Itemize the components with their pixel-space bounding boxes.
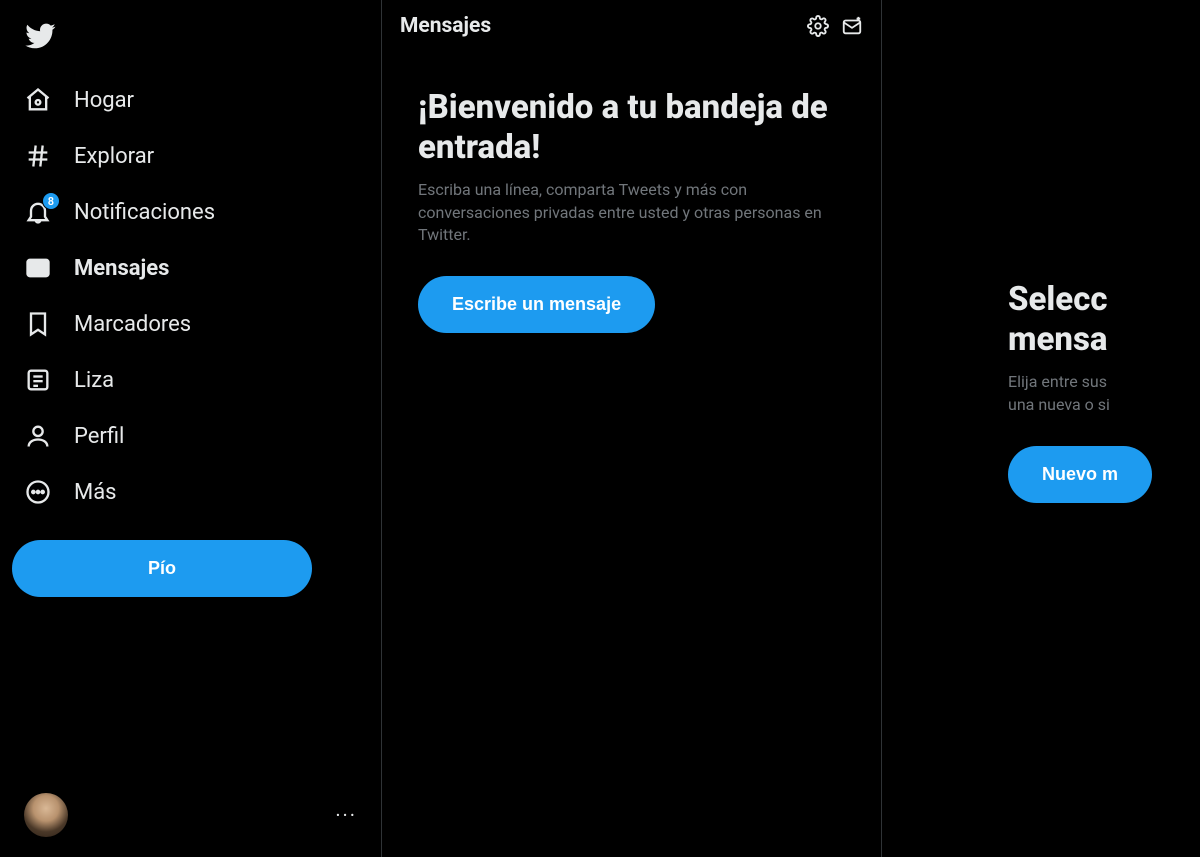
sidebar-item-label: Explorar xyxy=(74,144,154,169)
sidebar-item-lists[interactable]: Liza xyxy=(12,352,369,408)
user-icon xyxy=(24,422,52,450)
bell-icon: 8 xyxy=(24,198,52,226)
inbox-welcome-description: Escriba una línea, comparta Tweets y más… xyxy=(418,179,845,246)
list-icon xyxy=(24,366,52,394)
sidebar: Hogar Explorar 8 Notificaciones Mensajes xyxy=(0,0,382,857)
inbox-welcome: ¡Bienvenido a tu bandeja de entrada! Esc… xyxy=(382,52,881,333)
new-message-button[interactable] xyxy=(841,15,863,37)
account-switcher[interactable]: ··· xyxy=(12,781,369,849)
avatar xyxy=(24,793,68,837)
message-detail-column: Selecc mensa Elija entre sus una nueva o… xyxy=(882,0,1200,857)
sidebar-item-home[interactable]: Hogar xyxy=(12,72,369,128)
sidebar-item-explore[interactable]: Explorar xyxy=(12,128,369,184)
detail-title: Selecc mensa xyxy=(1008,280,1200,359)
sidebar-item-messages[interactable]: Mensajes xyxy=(12,240,369,296)
twitter-logo[interactable] xyxy=(12,8,369,68)
ellipsis-icon: ··· xyxy=(335,803,357,827)
gear-icon xyxy=(807,15,829,37)
inbox-welcome-title: ¡Bienvenido a tu bandeja de entrada! xyxy=(418,88,845,167)
sidebar-item-label: Liza xyxy=(74,368,114,393)
more-icon xyxy=(24,478,52,506)
sidebar-item-label: Perfil xyxy=(74,424,124,449)
sidebar-item-label: Notificaciones xyxy=(74,200,215,225)
sidebar-item-more[interactable]: Más xyxy=(12,464,369,520)
sidebar-item-notifications[interactable]: 8 Notificaciones xyxy=(12,184,369,240)
hash-icon xyxy=(24,142,52,170)
compose-message-icon xyxy=(841,15,863,37)
new-message-button[interactable]: Nuevo m xyxy=(1008,446,1152,503)
bookmark-icon xyxy=(24,310,52,338)
sidebar-item-label: Marcadores xyxy=(74,312,191,337)
twitter-bird-icon xyxy=(24,20,56,52)
messages-header: Mensajes xyxy=(382,0,881,52)
messages-column: Mensajes ¡Bienvenido a tu bandeja de ent… xyxy=(382,0,882,857)
sidebar-item-profile[interactable]: Perfil xyxy=(12,408,369,464)
sidebar-item-label: Hogar xyxy=(74,88,134,113)
tweet-button[interactable]: Pío xyxy=(12,540,312,597)
nav-list: Hogar Explorar 8 Notificaciones Mensajes xyxy=(12,72,369,520)
sidebar-item-label: Más xyxy=(74,480,117,505)
mail-icon xyxy=(24,254,52,282)
settings-button[interactable] xyxy=(807,15,829,37)
sidebar-item-bookmarks[interactable]: Marcadores xyxy=(12,296,369,352)
detail-description: Elija entre sus una nueva o si xyxy=(1008,371,1200,416)
sidebar-item-label: Mensajes xyxy=(74,256,169,281)
messages-header-title: Mensajes xyxy=(400,14,795,38)
notification-badge: 8 xyxy=(42,192,60,210)
write-message-button[interactable]: Escribe un mensaje xyxy=(418,276,655,333)
home-icon xyxy=(24,86,52,114)
